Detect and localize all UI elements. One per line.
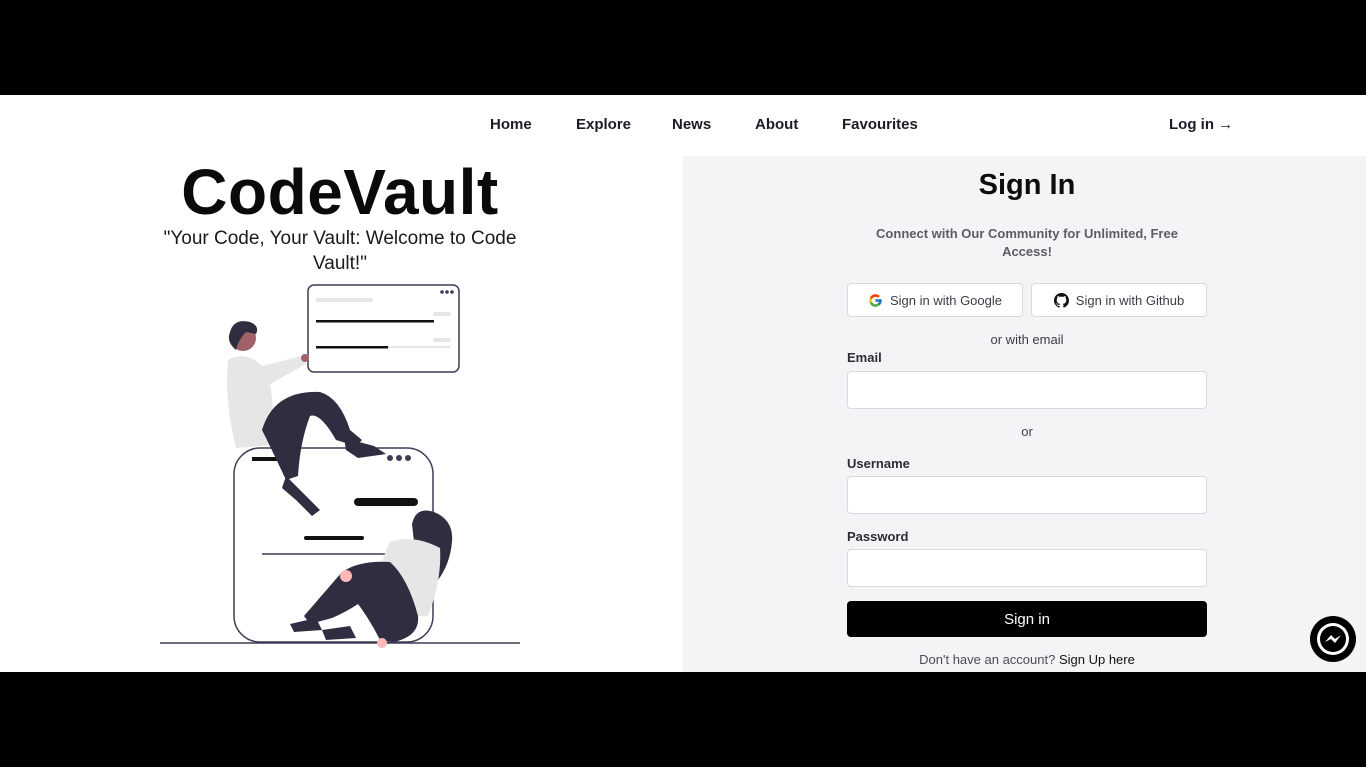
login-link[interactable]: Log in → xyxy=(1169,116,1233,133)
messenger-chat-button[interactable] xyxy=(1310,616,1356,662)
password-label: Password xyxy=(847,529,909,544)
email-label: Email xyxy=(847,350,882,365)
github-signin-button[interactable]: Sign in with Github xyxy=(1031,283,1207,317)
google-signin-button[interactable]: Sign in with Google xyxy=(847,283,1023,317)
page: Home Explore News About Favourites Log i… xyxy=(0,95,1366,672)
username-label: Username xyxy=(847,456,910,471)
hero-illustration xyxy=(160,284,520,648)
messenger-icon xyxy=(1317,623,1349,655)
or-with-email-divider: or with email xyxy=(990,332,1064,347)
email-field[interactable] xyxy=(847,371,1207,409)
nav-news[interactable]: News xyxy=(672,116,711,133)
or-divider: or xyxy=(1021,424,1033,439)
username-field[interactable] xyxy=(847,476,1207,514)
signup-link[interactable]: Sign Up here xyxy=(1059,652,1135,667)
password-field[interactable] xyxy=(847,549,1207,587)
google-icon xyxy=(869,293,882,307)
nav-favourites[interactable]: Favourites xyxy=(842,116,918,133)
google-signin-label: Sign in with Google xyxy=(889,292,1002,308)
signin-title: Sign In xyxy=(978,169,1076,201)
signin-panel: Sign In Connect with Our Community for U… xyxy=(683,156,1366,672)
nav-about[interactable]: About xyxy=(755,116,798,133)
tagline: "Your Code, Your Vault: Welcome to Code … xyxy=(163,228,517,274)
top-nav: Home Explore News About Favourites Log i… xyxy=(0,95,1366,156)
github-icon xyxy=(1053,292,1069,308)
nav-home[interactable]: Home xyxy=(490,116,532,133)
github-signin-label: Sign in with Github xyxy=(1075,292,1185,308)
signin-subtitle: Connect with Our Community for Unlimited… xyxy=(876,226,1178,259)
brand-title: CodeVault xyxy=(181,156,499,228)
signin-submit-button[interactable]: Sign in xyxy=(847,601,1207,637)
signup-prompt: Don't have an account? Sign Up here xyxy=(847,652,1207,667)
no-account-text: Don't have an account? xyxy=(919,652,1056,667)
nav-explore[interactable]: Explore xyxy=(576,116,631,133)
